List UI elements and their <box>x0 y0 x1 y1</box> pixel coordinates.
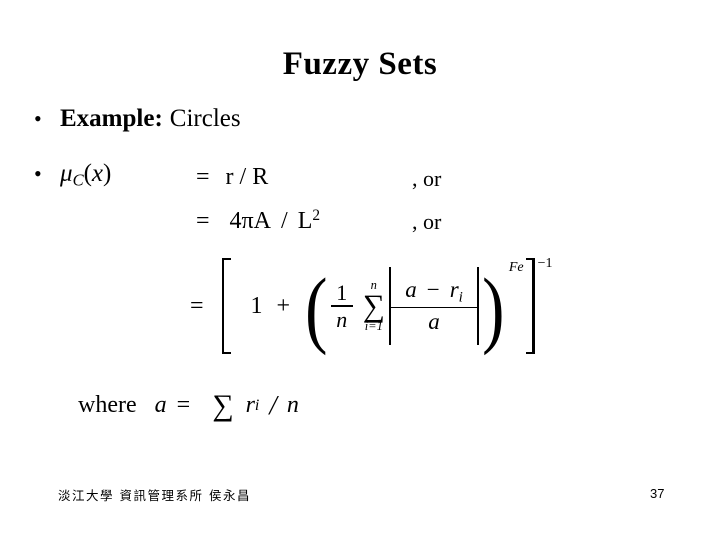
sigma-icon: ∑ <box>212 388 234 422</box>
bullet-example-value: Circles <box>169 105 241 132</box>
equation-line-area-ratio: = 4πA / L2 <box>196 207 320 235</box>
equals-sign: = <box>196 207 210 234</box>
minus-sign: − <box>426 276 440 302</box>
paren-exponent-fe: Fe <box>508 260 524 275</box>
fraction-numerator: 1 <box>336 280 348 306</box>
bullet-marker-icon: • <box>34 161 42 186</box>
radius-symbol: r <box>449 276 459 302</box>
bullet-example-label: Example: <box>60 105 163 132</box>
equals-sign: = <box>176 392 191 418</box>
area-symbol: A <box>253 207 272 234</box>
paren-close: ) <box>103 160 112 187</box>
radius-subscript: i <box>254 396 260 414</box>
abs-bar-close-icon <box>477 267 480 345</box>
length-exponent: 2 <box>312 207 321 224</box>
sample-count-symbol: n <box>286 392 299 418</box>
radius-symbol: r <box>245 392 255 418</box>
bracket-exponent-negative-one: −1 <box>537 256 553 271</box>
radius-ratio-value: r / R <box>225 164 269 190</box>
length-symbol: L <box>297 207 313 234</box>
where-keyword: where <box>78 392 137 418</box>
equation-line-radius-ratio: = r / R <box>196 164 278 191</box>
bullet-marker-icon: • <box>34 106 42 131</box>
fraction-numerator: a − ri <box>397 276 471 307</box>
paren-open: ( <box>83 160 92 187</box>
plus-sign: + <box>276 292 291 319</box>
equals-sign: = <box>190 292 204 319</box>
fuzzy-entropy-formula: = 1 + ( 1 n n ∑ i=1 a − ri a ) Fe −1 <box>190 256 553 356</box>
equation-line2-trailing-or: , or <box>412 209 442 234</box>
summation-operator: n ∑ i=1 <box>363 279 385 333</box>
division-slash: / <box>269 390 277 420</box>
summation-lower-limit: i=1 <box>364 319 383 334</box>
pi-symbol: π <box>241 207 254 234</box>
page-number: 37 <box>650 486 665 501</box>
area-coefficient: 4 <box>229 207 242 234</box>
formula-constant-one: 1 <box>250 292 263 319</box>
radius-subscript: i <box>458 287 463 305</box>
mu-symbol: μ <box>60 160 73 187</box>
mu-subscript: C <box>72 170 84 190</box>
mu-variable: x <box>91 160 104 187</box>
division-slash: / <box>281 207 288 234</box>
equation-line1-trailing-or: , or <box>412 166 442 191</box>
deviation-fraction: a − ri a <box>391 276 478 337</box>
where-definition-line: where a = ∑ ri / n <box>78 390 299 421</box>
bullet-item-membership: • μC(x) <box>34 160 111 191</box>
footer-credit: 淡江大學 資訊管理系所 侯永昌 <box>58 488 251 503</box>
sigma-icon: ∑ <box>362 287 385 323</box>
slide-canvas: Fuzzy Sets • Example: Circles • μC(x) = … <box>0 0 720 540</box>
membership-function-expression: μC(x) <box>60 160 111 191</box>
fraction-denominator: n <box>336 306 348 332</box>
page-title: Fuzzy Sets <box>282 46 438 82</box>
bracket-close-icon <box>524 258 537 354</box>
mean-symbol: a <box>405 276 417 302</box>
bullet-item-example: • Example: Circles <box>34 105 241 133</box>
fraction-denominator: a <box>428 309 440 335</box>
bracket-open-icon <box>220 258 233 354</box>
equals-sign: = <box>196 164 210 190</box>
one-over-n-fraction: 1 n <box>330 280 353 332</box>
mean-symbol: a <box>154 392 167 418</box>
